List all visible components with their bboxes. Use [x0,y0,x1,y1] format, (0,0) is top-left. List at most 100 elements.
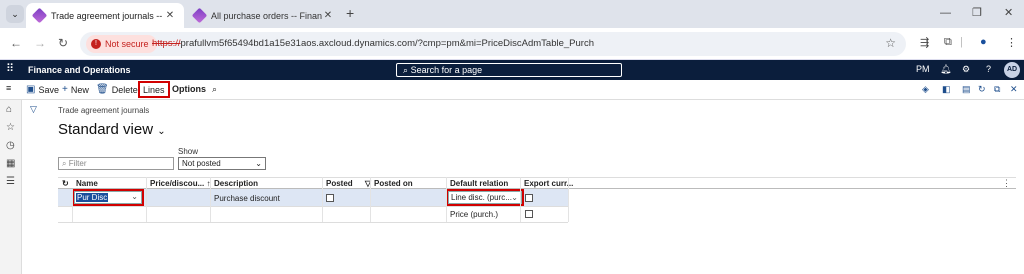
column-separator [210,177,211,222]
show-label: Show [178,147,199,156]
workspaces-icon[interactable]: ▦ [6,158,15,169]
save-button[interactable]: ▣ Save [26,84,59,95]
posted-checkbox[interactable] [326,194,334,202]
save-icon: ▣ [26,84,36,95]
column-separator [370,177,371,222]
refresh-icon[interactable]: ↻ [978,84,986,95]
app-launcher-icon[interactable]: ⠿ [6,64,14,75]
save-label: Save [38,84,59,95]
filter-pane-icon[interactable]: ▽ [30,104,37,115]
app-name: Finance and Operations [28,65,131,75]
column-header-label: Price/discou... [150,179,205,188]
delete-button[interactable]: 🗑︎ Delete [96,84,138,95]
power-apps-icon[interactable]: ◈ [922,84,929,95]
new-label: New [70,84,89,95]
show-dropdown-value: Not posted [182,159,221,168]
column-header-posted[interactable]: Posted ▽ [326,179,371,188]
column-header-price-discount[interactable]: Price/discou... ↑ [150,179,210,188]
tab-close-icon[interactable]: ✕ [164,10,176,21]
profile-icon[interactable]: ● [980,36,987,48]
user-avatar[interactable]: AD [1004,62,1020,78]
default-relation-option[interactable]: Price (purch.) [450,210,498,219]
options-tab[interactable]: Options [172,84,206,94]
column-header-label: Posted [326,179,353,188]
tab-search-icon[interactable]: ⌄ [6,5,24,23]
dynamics-favicon-icon [191,7,208,24]
column-header-default-relation[interactable]: Default relation [450,179,508,188]
settings-gear-icon[interactable]: ⚙ [962,64,970,75]
home-icon[interactable]: ⌂ [6,104,12,115]
minimize-icon[interactable]: — [940,6,951,20]
window-close-icon[interactable]: ✕ [1004,6,1013,20]
breadcrumb: Trade agreement journals [58,106,150,115]
back-icon[interactable]: ← [10,36,22,50]
attachments-icon[interactable]: ▤ [962,84,971,95]
search-icon: ⌕ [403,65,409,75]
modules-list-icon[interactable]: ☰ [6,176,15,187]
delete-label: Delete [111,84,138,95]
toolbar-divider: | [960,36,963,48]
page-search-box[interactable]: ⌕ Search for a page [396,63,622,77]
bookmark-star-icon[interactable]: ☆ [885,36,896,50]
not-secure-label: Not secure [105,39,149,49]
page-title: Standard view [58,121,154,138]
open-new-window-icon[interactable]: ⧉ [994,84,1000,95]
company-picker[interactable]: PM [916,64,930,74]
new-button[interactable]: + New [62,84,89,95]
forward-icon[interactable]: → [34,36,46,50]
column-separator [72,189,73,222]
more-menu-icon[interactable]: ⋮ [1006,36,1017,49]
filter-search-icon: ⌕ [62,159,67,168]
grid-options-icon[interactable]: ⋮ [1002,178,1011,189]
notification-bell-icon[interactable]: 🔔︎ [940,64,951,75]
plus-icon: + [62,84,68,95]
trash-icon: 🗑︎ [96,84,109,95]
action-search-icon[interactable]: ⌕ [212,84,217,95]
grid-refresh-icon[interactable]: ↻ [62,179,69,188]
column-header-posted-on[interactable]: Posted on [374,179,413,188]
highlight-name-cell [72,189,144,206]
favorites-star-icon[interactable]: ☆ [6,122,15,133]
tab-title: All purchase orders -- Finance a [211,10,322,21]
extensions-icon[interactable]: ⧉ [944,36,952,49]
browser-tab-purchase-orders[interactable]: All purchase orders -- Finance a ✕ [186,3,342,28]
search-placeholder: Search for a page [410,65,483,75]
hamburger-menu-icon[interactable]: ≡ [6,83,11,93]
column-header-name[interactable]: Name [76,179,98,188]
column-separator [520,177,521,222]
browser-toolbar: ← → ↻ ! Not secure https://prafullvm5f65… [0,28,1024,60]
column-separator [322,177,323,222]
restore-icon[interactable]: ❐ [972,6,982,20]
row-divider [58,222,568,223]
not-secure-badge[interactable]: ! Not secure [86,35,157,53]
export-currency-checkbox[interactable] [525,194,533,202]
view-selector[interactable]: Standard view ⌄ [58,121,166,138]
help-icon[interactable]: ? [986,64,991,74]
column-header-export-currency[interactable]: Export curr... [524,179,573,188]
close-page-icon[interactable]: ✕ [1010,84,1018,95]
lines-button[interactable]: Lines [138,81,170,98]
description-cell[interactable]: Purchase discount [214,194,280,203]
tab-close-icon[interactable]: ✕ [322,10,334,21]
address-bar[interactable]: ! Not secure https://prafullvm5f65494bd1… [80,32,906,56]
highlight-relation-cell [446,189,524,206]
favorites-icon[interactable]: ⇶ [920,36,929,49]
show-dropdown[interactable]: Not posted ⌄ [178,157,266,170]
dynamics-favicon-icon [31,7,48,24]
browser-tab-trade-agreement[interactable]: Trade agreement journals -- Fin ✕ [26,3,184,28]
column-header-description[interactable]: Description [214,179,258,188]
chevron-down-icon: ⌄ [157,126,166,137]
row-divider [58,206,568,207]
filter-input[interactable]: ⌕ Filter [58,157,174,170]
filter-placeholder: Filter [68,159,87,168]
browser-tab-strip: ⌄ Trade agreement journals -- Fin ✕ All … [0,0,1024,28]
export-currency-checkbox[interactable] [525,210,533,218]
reload-icon[interactable]: ↻ [58,36,68,50]
url-text[interactable]: https://prafullvm5f65494bd1a15e31aos.axc… [152,38,594,49]
navigation-rail: ⌂ ☆ ◷ ▦ ☰ [0,100,22,274]
chevron-down-icon: ⌄ [255,159,262,168]
office-icon[interactable]: ◧ [942,84,951,95]
new-tab-button[interactable]: + [346,6,354,20]
tab-title: Trade agreement journals -- Fin [51,10,164,21]
recent-clock-icon[interactable]: ◷ [6,140,15,151]
